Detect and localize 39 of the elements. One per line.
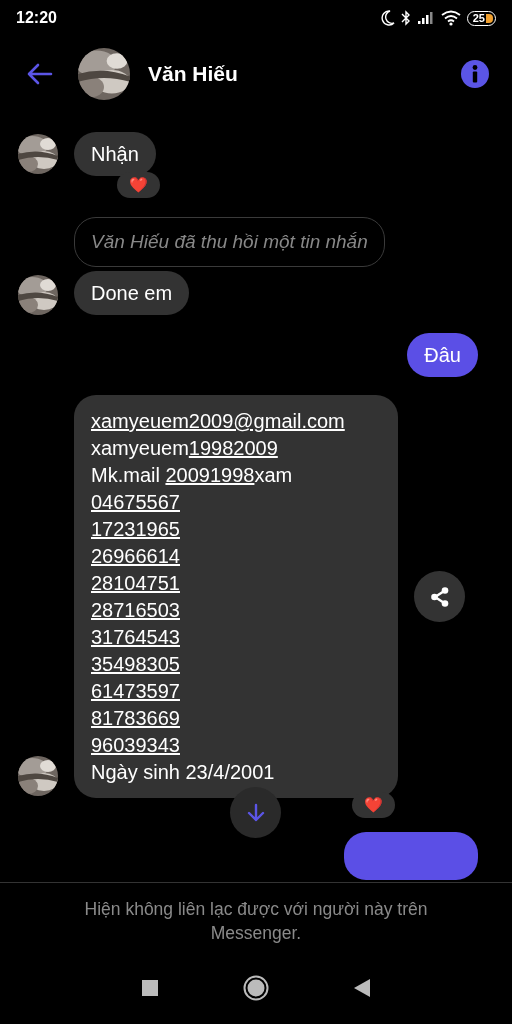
scroll-down-button[interactable] [230,787,281,838]
heart-reaction[interactable]: ❤ [352,792,395,818]
recents-button[interactable] [141,979,159,997]
unavailable-notice: Hiện không liên lạc được với người này trên Messenger. [83,898,429,945]
message-line: xamyeuem19982009 [91,436,279,461]
link[interactable]: 04675567 [91,491,180,513]
message-bubble[interactable] [344,832,478,880]
link[interactable]: 28104751 [91,572,180,594]
home-button[interactable] [243,975,269,1001]
link[interactable]: 20091998 [165,464,255,486]
moon-icon [380,10,395,26]
info-icon[interactable] [460,59,490,89]
message-line: Mk.mail 20091998xam [91,463,294,488]
clock-time: 12:20 [16,9,57,27]
wifi-icon [440,10,461,26]
link[interactable]: 28716503 [91,599,180,621]
link[interactable]: 26966614 [91,545,180,567]
arrow-left-icon [25,62,53,86]
bluetooth-icon [400,10,411,26]
signal-icon [416,11,435,25]
recalled-message: Văn Hiếu đã thu hồi một tin nhắn [74,217,385,267]
share-icon [428,585,451,608]
heart-reaction[interactable]: ❤ [117,172,160,198]
message-bubble[interactable]: xamyeuem2009@gmail.com xamyeuem19982009 Mk.mail 20091998xam 04675567 17231965 26966614 28104751 28716503 31764543 35498305 61473597 81783669 96039343 Ngày sinh 23/4/2001 [74,395,398,798]
link[interactable]: 61473597 [91,680,180,702]
message-bubble: Nhận [74,132,156,176]
back-nav-button[interactable] [353,978,371,998]
link[interactable]: 31764543 [91,626,180,648]
link[interactable]: 96039343 [91,734,180,756]
link[interactable]: xamyeuem2009@gmail.com [91,410,345,432]
contact-name[interactable]: Văn Hiếu [148,62,238,86]
share-button[interactable] [414,571,465,622]
link[interactable]: 81783669 [91,707,180,729]
link[interactable]: 17231965 [91,518,180,540]
link[interactable]: 35498305 [91,653,180,675]
message-line: Ngày sinh 23/4/2001 [91,760,276,785]
message-bubble: Đâu [407,333,478,377]
message-bubble: Done em [74,271,190,315]
link[interactable]: 19982009 [188,437,278,459]
